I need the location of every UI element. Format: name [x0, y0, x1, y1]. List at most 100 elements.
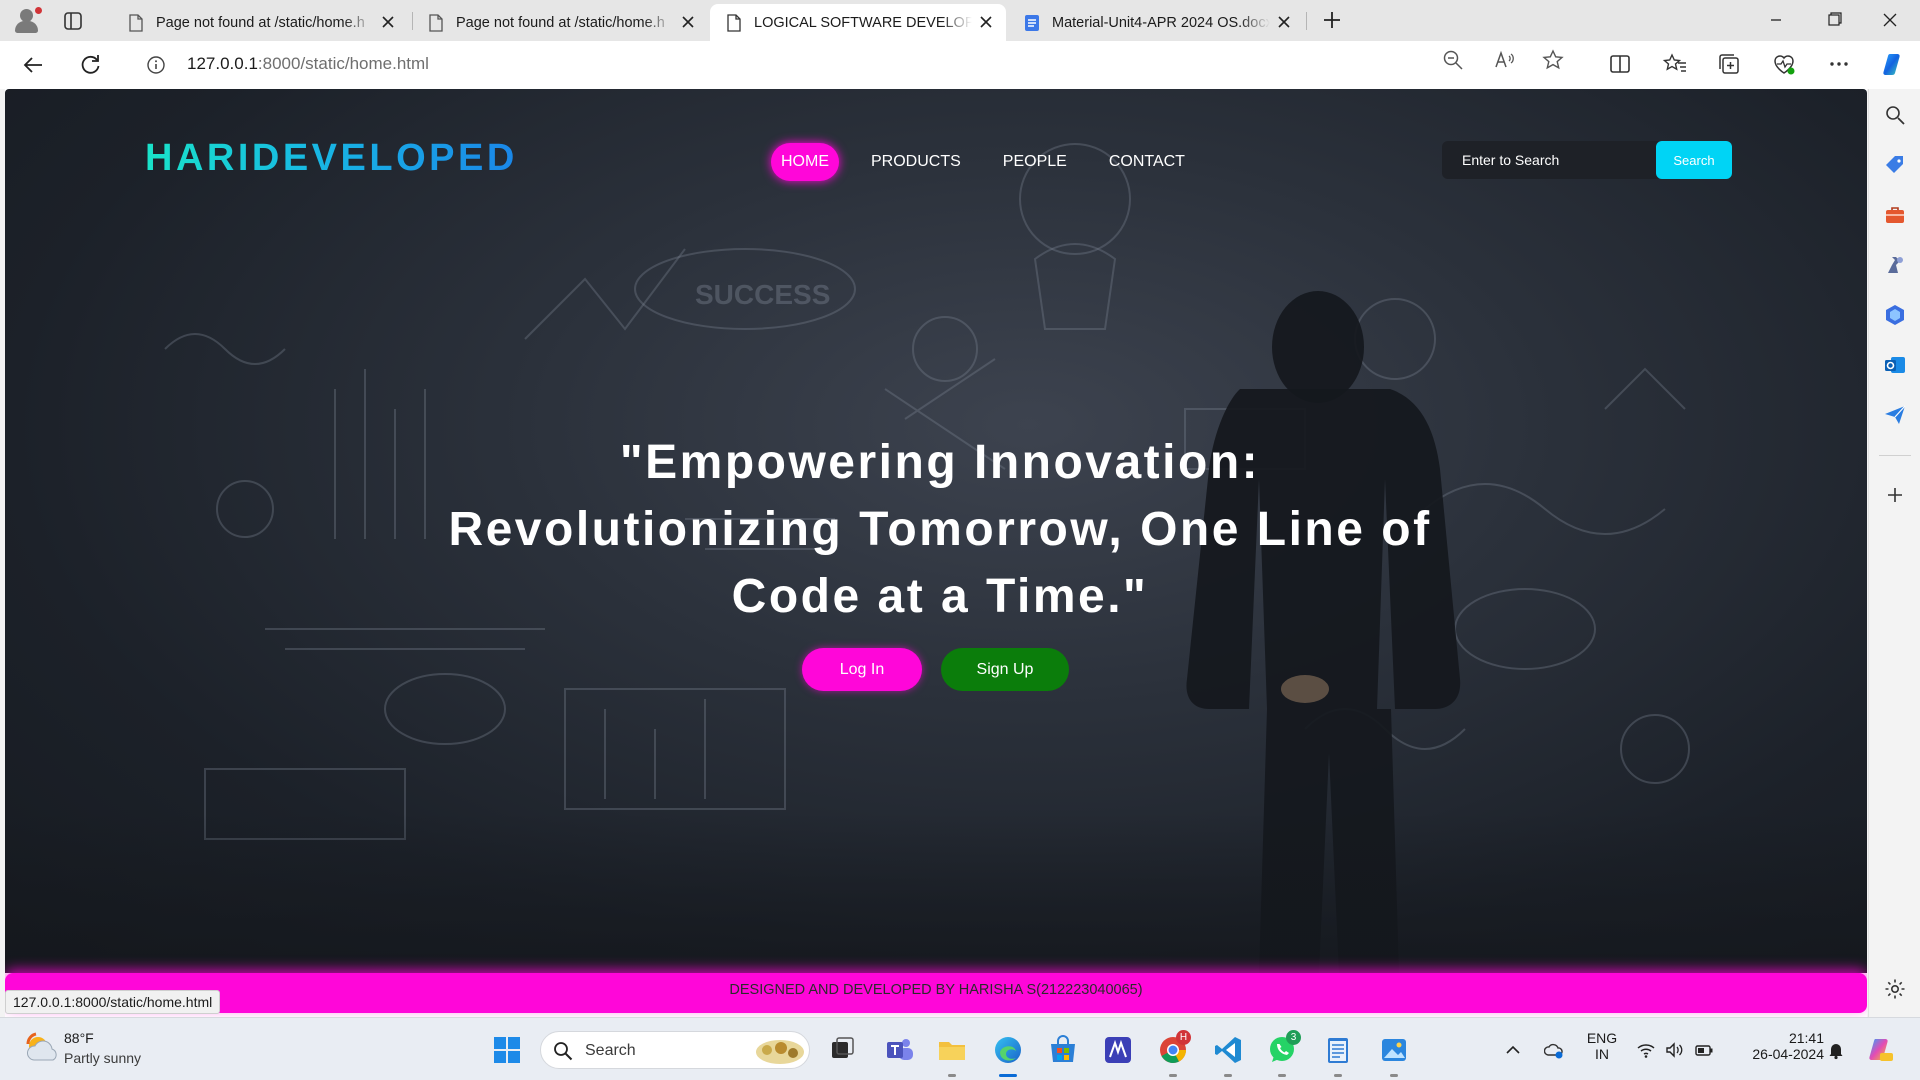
nav-contact[interactable]: CONTACT: [1109, 143, 1185, 181]
status-bar-url: 127.0.0.1:8000/static/home.html: [5, 990, 221, 1014]
running-indicator: [1169, 1074, 1177, 1077]
search-button[interactable]: Search: [1656, 141, 1732, 179]
tools-briefcase-icon[interactable]: [1883, 203, 1907, 227]
hero-section: SUCCESS HARIDEVELOPED HOME PRODUCTS PEOP…: [5, 89, 1867, 973]
show-hidden-icons-icon[interactable]: [1503, 1040, 1523, 1060]
sidebar-settings-icon[interactable]: [1883, 977, 1907, 1001]
nav-products[interactable]: PRODUCTS: [871, 143, 961, 181]
split-screen-icon[interactable]: [1607, 51, 1633, 77]
running-indicator: [1390, 1074, 1398, 1077]
signup-button[interactable]: Sign Up: [941, 648, 1069, 691]
browser-essentials-icon[interactable]: [1771, 51, 1797, 77]
add-sidebar-app-icon[interactable]: [1883, 483, 1907, 507]
vscode-icon[interactable]: [1212, 1034, 1244, 1066]
favorites-icon[interactable]: [1662, 51, 1688, 77]
read-aloud-icon[interactable]: [1493, 49, 1515, 71]
volume-icon[interactable]: [1664, 1040, 1684, 1060]
profile-avatar-icon[interactable]: [12, 6, 43, 34]
notifications-bell-icon[interactable]: [1826, 1040, 1846, 1060]
nav-people[interactable]: PEOPLE: [1003, 143, 1067, 181]
file-explorer-icon[interactable]: [936, 1034, 968, 1066]
sidebar-search-icon[interactable]: [1883, 103, 1907, 127]
search-icon: [554, 1042, 573, 1061]
close-tab-icon[interactable]: [380, 14, 396, 30]
search-input[interactable]: [1442, 141, 1658, 179]
main-nav: HOME PRODUCTS PEOPLE CONTACT: [771, 143, 1227, 181]
shopping-tag-icon[interactable]: [1883, 153, 1907, 177]
hero-tagline: "Empowering Innovation: Revolutionizing …: [448, 436, 1432, 623]
edge-sidebar: [1868, 89, 1920, 1017]
page-icon: [129, 13, 143, 32]
hero-bottom-shade: [5, 813, 1867, 973]
math-app-icon[interactable]: [1102, 1034, 1134, 1066]
teams-icon[interactable]: [884, 1034, 916, 1066]
battery-icon[interactable]: [1694, 1040, 1714, 1060]
tab-title: Page not found at /static/home.h: [456, 14, 665, 31]
clock[interactable]: 21:41 26-04-2024: [1720, 1030, 1824, 1062]
page-viewport: SUCCESS HARIDEVELOPED HOME PRODUCTS PEOP…: [5, 89, 1867, 1017]
running-indicator: [1278, 1074, 1286, 1077]
tab-page-not-found-2[interactable]: Page not found at /static/home.h: [412, 4, 708, 41]
microsoft-365-icon[interactable]: [1883, 303, 1907, 327]
browser-address-bar: 127.0.0.1:8000/static/home.html: [0, 41, 1920, 89]
page-icon: [727, 13, 741, 32]
zoom-out-icon[interactable]: [1442, 49, 1464, 71]
clock-date: 26-04-2024: [1752, 1046, 1824, 1062]
outlook-icon[interactable]: [1883, 353, 1907, 377]
restore-icon[interactable]: [1820, 8, 1848, 32]
games-icon[interactable]: [1883, 253, 1907, 277]
refresh-icon[interactable]: [76, 51, 104, 79]
running-indicator: [948, 1074, 956, 1077]
back-arrow-icon[interactable]: [20, 51, 48, 79]
clock-time: 21:41: [1788, 1030, 1824, 1046]
docs-icon: [1025, 14, 1039, 31]
login-button[interactable]: Log In: [802, 648, 922, 691]
close-window-icon[interactable]: [1876, 8, 1904, 32]
browser-tab-bar: Page not found at /static/home.h Page no…: [0, 0, 1920, 41]
running-indicator: [1334, 1074, 1342, 1077]
chrome-profile-badge: H: [1176, 1030, 1191, 1045]
tab-title: LOGICAL SOFTWARE DEVELOPERS: [754, 14, 972, 31]
minimize-icon[interactable]: [1762, 8, 1790, 32]
tab-separator: [1306, 12, 1307, 30]
language-indicator[interactable]: ENG IN: [1584, 1030, 1620, 1062]
weather-temperature: 88°F: [64, 1030, 94, 1046]
taskbar-search-label: Search: [585, 1042, 636, 1059]
active-indicator: [999, 1074, 1017, 1077]
collections-icon[interactable]: [1716, 51, 1742, 77]
wifi-icon[interactable]: [1636, 1040, 1656, 1060]
tab-actions-icon[interactable]: [62, 10, 84, 32]
close-tab-icon[interactable]: [1276, 14, 1292, 30]
drop-send-icon[interactable]: [1883, 403, 1907, 427]
tab-material-docx[interactable]: Material-Unit4-APR 2024 OS.docx: [1008, 4, 1304, 41]
onedrive-sync-icon[interactable]: [1544, 1040, 1564, 1060]
tab-logical-software[interactable]: LOGICAL SOFTWARE DEVELOPERS: [710, 4, 1006, 41]
whatsapp-unread-badge: 3: [1286, 1030, 1301, 1045]
tab-page-not-found-1[interactable]: Page not found at /static/home.h: [112, 4, 408, 41]
page-icon: [429, 13, 443, 32]
url-field[interactable]: 127.0.0.1:8000/static/home.html: [126, 46, 1586, 82]
site-search: Search: [1442, 141, 1732, 179]
close-tab-icon[interactable]: [680, 14, 696, 30]
tab-title: Material-Unit4-APR 2024 OS.docx: [1052, 14, 1270, 31]
close-tab-icon[interactable]: [978, 14, 994, 30]
taskbar-search-box[interactable]: Search: [540, 1031, 810, 1069]
windows-start-icon[interactable]: [491, 1034, 523, 1066]
edge-icon[interactable]: [992, 1034, 1024, 1066]
weather-description: Partly sunny: [64, 1050, 142, 1066]
nav-home[interactable]: HOME: [771, 143, 839, 181]
sidebar-divider: [1879, 455, 1911, 456]
new-tab-icon[interactable]: [1320, 8, 1344, 32]
more-options-icon[interactable]: [1826, 51, 1852, 77]
photos-icon[interactable]: [1378, 1034, 1410, 1066]
notepad-icon[interactable]: [1322, 1034, 1354, 1066]
partly-sunny-weather-icon[interactable]: [22, 1030, 62, 1070]
microsoft-store-icon[interactable]: [1047, 1034, 1079, 1066]
favorite-star-icon[interactable]: [1542, 49, 1564, 71]
site-footer: DESIGNED AND DEVELOPED BY HARISHA S(2122…: [5, 973, 1867, 1013]
copilot-preview-icon[interactable]: [1866, 1036, 1894, 1064]
copilot-icon[interactable]: [1880, 51, 1906, 77]
task-view-icon[interactable]: [826, 1034, 858, 1066]
site-brand-logo[interactable]: HARIDEVELOPED: [145, 137, 518, 180]
site-info-icon[interactable]: [146, 55, 166, 75]
